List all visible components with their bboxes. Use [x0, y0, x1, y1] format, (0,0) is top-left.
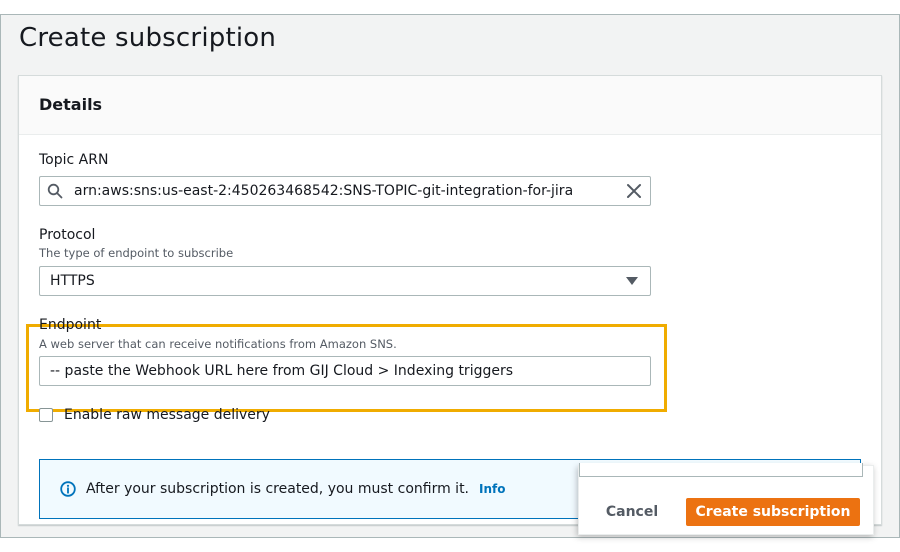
endpoint-value: -- paste the Webhook URL here from GIJ C…	[50, 363, 514, 379]
endpoint-description: A web server that can receive notificati…	[39, 337, 397, 351]
info-link[interactable]: Info	[479, 482, 505, 496]
caret-down-icon	[626, 277, 638, 285]
create-subscription-button[interactable]: Create subscription	[686, 498, 860, 526]
info-icon	[60, 481, 76, 497]
details-heading: Details	[39, 95, 103, 114]
search-icon	[40, 177, 70, 205]
raw-delivery-row[interactable]: Enable raw message delivery	[39, 407, 270, 423]
details-panel: Details Topic ARN arn:aws:sns:us-east-2:…	[18, 75, 882, 525]
cancel-button[interactable]: Cancel	[599, 498, 665, 526]
topic-arn-value: arn:aws:sns:us-east-2:450263468542:SNS-T…	[74, 183, 574, 199]
alert-message: After your subscription is created, you …	[86, 481, 470, 497]
endpoint-input[interactable]: -- paste the Webhook URL here from GIJ C…	[39, 356, 651, 386]
protocol-label: Protocol	[39, 227, 96, 243]
raw-delivery-label: Enable raw message delivery	[64, 407, 270, 423]
topic-arn-input[interactable]: arn:aws:sns:us-east-2:450263468542:SNS-T…	[39, 176, 651, 206]
action-bar: Cancel Create subscription	[578, 463, 874, 535]
endpoint-label: Endpoint	[39, 317, 102, 333]
protocol-description: The type of endpoint to subscribe	[39, 246, 234, 260]
details-panel-header: Details	[19, 76, 881, 135]
protocol-value: HTTPS	[50, 273, 95, 289]
dropdown-edge	[579, 463, 863, 477]
topic-arn-label: Topic ARN	[39, 152, 109, 168]
raw-delivery-checkbox[interactable]	[39, 408, 53, 422]
page-title: Create subscription	[19, 23, 277, 53]
page-container: Create subscription Details Topic ARN ar…	[0, 14, 900, 538]
clear-icon[interactable]	[626, 183, 642, 199]
protocol-select[interactable]: HTTPS	[39, 266, 651, 296]
